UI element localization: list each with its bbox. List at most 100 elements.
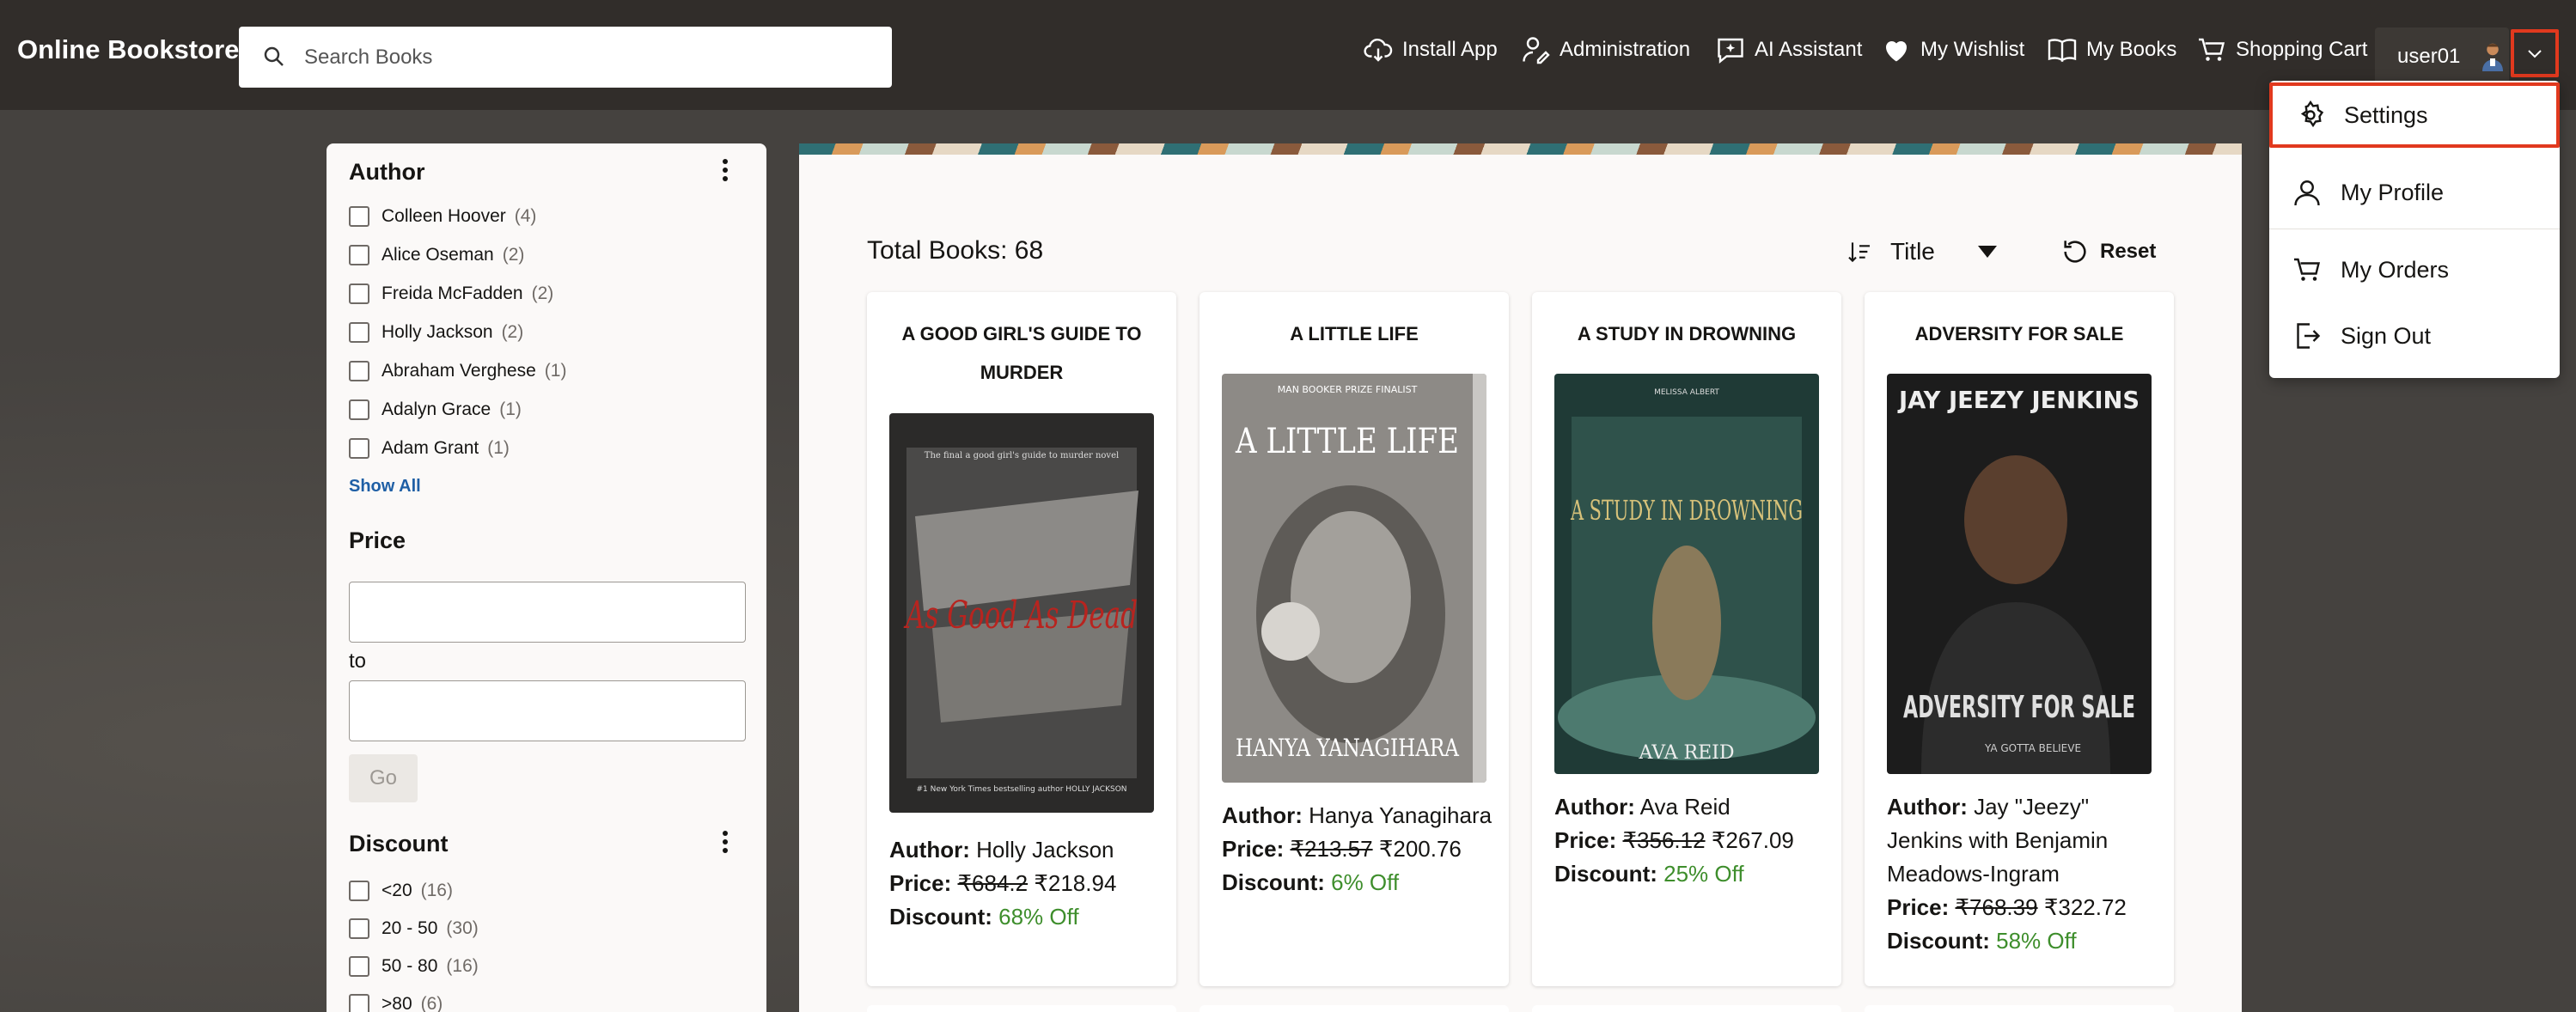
checkbox[interactable] [349, 881, 369, 901]
search-icon [264, 46, 284, 66]
sort-select[interactable]: Title [1846, 233, 1997, 271]
show-all-authors-link[interactable]: Show All [349, 477, 421, 497]
author-option[interactable]: Holly Jackson (2) [349, 320, 523, 345]
discount-label: Discount: [1222, 869, 1325, 895]
person-icon [2294, 180, 2320, 206]
author-name: Alice Oseman [382, 245, 494, 265]
cover-main-text: A LITTLE LIFE [1235, 422, 1459, 461]
price-to-input[interactable] [349, 680, 746, 741]
install-app-label: Install App [1402, 38, 1498, 61]
next-row-card [1532, 1005, 1841, 1012]
checkbox[interactable] [349, 361, 369, 381]
book-cover[interactable]: MAN BOOKER PRIZE FINALIST A LITTLE LIFE … [1222, 374, 1486, 783]
user-menu-trigger[interactable]: user01 [2375, 27, 2509, 84]
cover-top-text: MAN BOOKER PRIZE FINALIST [1278, 384, 1418, 395]
book-old-price: ₹356.12 [1622, 827, 1706, 853]
cover-art: MAN BOOKER PRIZE FINALIST A LITTLE LIFE … [1222, 374, 1486, 783]
book-discount: 25% Off [1663, 861, 1744, 887]
price-go-button[interactable]: Go [349, 754, 418, 802]
shopping-cart-label: Shopping Cart [2236, 38, 2368, 61]
discount-range: 50 - 80 [382, 956, 438, 976]
discount-option[interactable]: 20 - 50 (30) [349, 916, 479, 942]
book-old-price: ₹684.2 [957, 870, 1029, 896]
checkbox[interactable] [349, 322, 369, 343]
book-cover[interactable]: MELISSA ALBERT A STUDY IN DROWNING AVA R… [1554, 374, 1819, 774]
book-cover[interactable]: JAY JEEZY JENKINS ADVERSITY FOR SALE YA … [1887, 374, 2152, 774]
author-option[interactable]: Abraham Verghese (1) [349, 358, 566, 384]
kebab-menu-icon[interactable] [717, 829, 734, 855]
menu-item-my-profile[interactable]: My Profile [2269, 160, 2560, 225]
reset-button[interactable]: Reset [2060, 233, 2156, 271]
wishlist-link[interactable]: My Wishlist [1881, 33, 2024, 67]
book-card[interactable]: A Good Girl's Guide to Murder The final … [867, 292, 1176, 986]
book-discount: 58% Off [1996, 928, 2077, 954]
discount-option[interactable]: <20 (16) [349, 878, 453, 904]
discount-option[interactable]: >80 (6) [349, 991, 443, 1012]
menu-item-settings[interactable]: Settings [2269, 82, 2560, 148]
discount-count: (16) [446, 956, 479, 976]
price-from-input[interactable] [349, 582, 746, 643]
book-price: ₹218.94 [1034, 870, 1117, 896]
checkbox[interactable] [349, 994, 369, 1012]
user-settings-icon [1523, 37, 1550, 64]
cloud-download-icon [1364, 39, 1393, 62]
checkbox[interactable] [349, 918, 369, 939]
book-card[interactable]: A Study in Drowning MELISSA ALBERT A STU… [1532, 292, 1841, 986]
sort-icon [1848, 242, 1870, 263]
kebab-menu-icon[interactable] [717, 157, 734, 183]
author-count: (2) [502, 245, 525, 265]
book-discount: 68% Off [998, 904, 1079, 930]
book-price: ₹322.72 [2043, 894, 2127, 920]
book-author: Holly Jackson [976, 837, 1114, 863]
checkbox[interactable] [349, 206, 369, 227]
discount-range: >80 [382, 994, 412, 1012]
filter-sidebar: Author Colleen Hoover (4) Alice Oseman (2)… [327, 143, 766, 1012]
brand-title[interactable]: Online Bookstore [17, 34, 239, 65]
search-input[interactable] [304, 27, 871, 88]
book-card[interactable]: A Little Life MAN BOOKER PRIZE FINALIST … [1199, 292, 1509, 986]
author-filter-title: Author [349, 159, 425, 185]
ai-assistant-label: AI Assistant [1755, 38, 1863, 61]
author-option[interactable]: Alice Oseman (2) [349, 242, 524, 268]
ai-assistant-link[interactable]: AI Assistant [1715, 33, 1862, 67]
cover-main-text: ADVERSITY FOR SALE [1903, 690, 2135, 725]
checkbox[interactable] [349, 283, 369, 304]
author-option[interactable]: Freida McFadden (2) [349, 281, 553, 307]
author-name: Adalyn Grace [382, 399, 491, 419]
next-row-card [1199, 1005, 1509, 1012]
author-label: Author: [1554, 794, 1635, 820]
checkbox[interactable] [349, 245, 369, 265]
book-title[interactable]: A Little Life [1217, 314, 1492, 353]
book-title[interactable]: A Good Girl's Guide to Murder [884, 314, 1159, 392]
book-cover[interactable]: The final a good girl's guide to murder … [889, 413, 1154, 813]
book-card[interactable]: Adversity for Sale JAY JEEZY JENKINS ADV… [1865, 292, 2174, 986]
menu-item-my-orders[interactable]: My Orders [2269, 237, 2560, 302]
discount-range: <20 [382, 881, 412, 900]
cover-bottom-text: YA GOTTA BELIEVE [1984, 742, 2081, 754]
menu-item-sign-out[interactable]: Sign Out [2269, 303, 2560, 369]
avatar [2480, 40, 2506, 71]
cover-main-text: As Good As Dead [903, 594, 1138, 637]
author-name: Holly Jackson [382, 322, 493, 342]
my-books-link[interactable]: My Books [2047, 33, 2176, 67]
author-option[interactable]: Adam Grant (1) [349, 436, 510, 461]
administration-label: Administration [1560, 38, 1691, 61]
checkbox[interactable] [349, 956, 369, 977]
my-books-label: My Books [2086, 38, 2177, 61]
cover-main-text: A STUDY IN DROWNING [1570, 494, 1803, 527]
author-option[interactable]: Colleen Hoover (4) [349, 204, 536, 229]
book-title[interactable]: Adversity for Sale [1882, 314, 2157, 353]
discount-label: Discount: [1887, 928, 1990, 954]
checkbox[interactable] [349, 438, 369, 459]
administration-link[interactable]: Administration [1520, 33, 1690, 67]
book-title[interactable]: A Study in Drowning [1549, 314, 1824, 353]
search-box[interactable] [239, 27, 892, 88]
shopping-cart-link[interactable]: Shopping Cart [2196, 33, 2367, 67]
checkbox[interactable] [349, 399, 369, 420]
author-name: Colleen Hoover [382, 206, 506, 226]
user-dropdown-menu: Settings My Profile My Orders Sign Out [2269, 81, 2560, 378]
install-app-link[interactable]: Install App [1363, 33, 1498, 67]
user-menu-dropdown-button[interactable] [2511, 29, 2559, 77]
discount-option[interactable]: 50 - 80 (16) [349, 954, 479, 979]
author-option[interactable]: Adalyn Grace (1) [349, 397, 522, 423]
